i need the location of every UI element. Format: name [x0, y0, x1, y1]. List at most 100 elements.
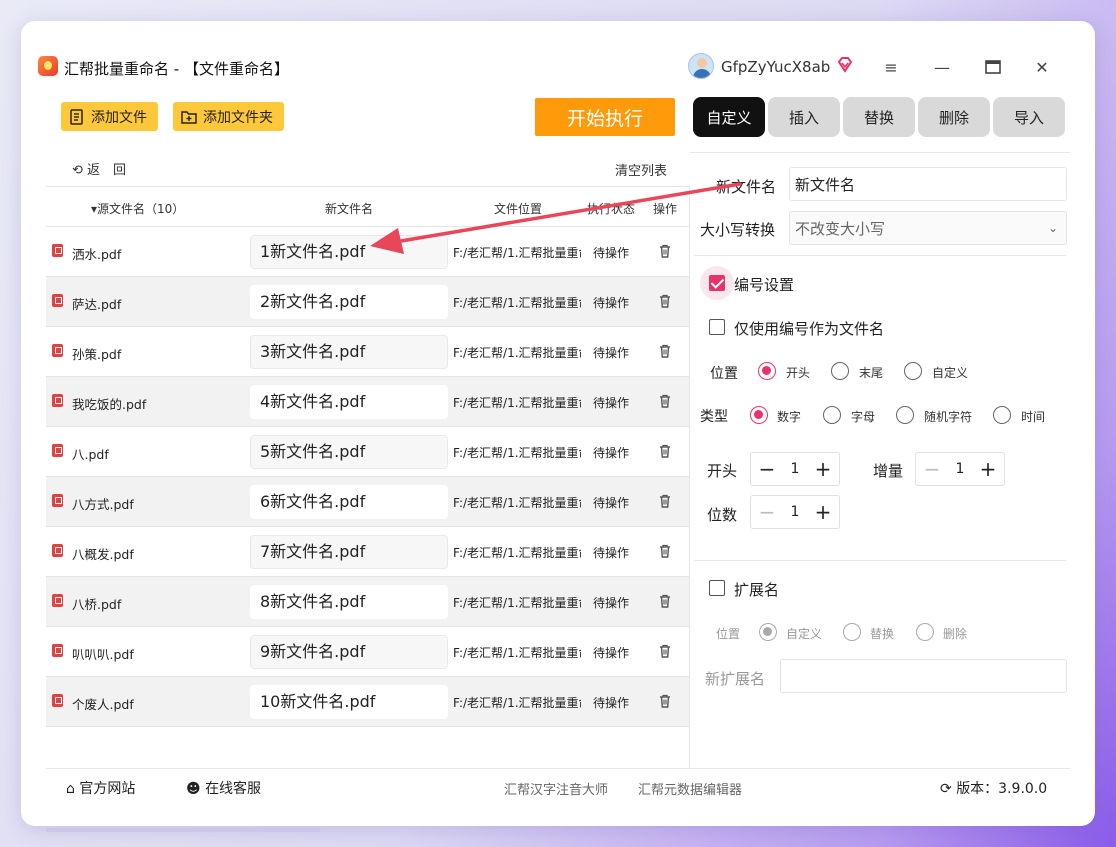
tab-import[interactable]: 导入 [993, 97, 1065, 137]
ext-position-label: 位置 [716, 627, 741, 641]
header-action: 操作 [653, 202, 678, 216]
close-icon[interactable]: ✕ [1027, 52, 1057, 82]
divider [694, 560, 1066, 561]
file-location: F:/老汇帮/1.汇帮批量重命名 [453, 696, 581, 710]
start-button[interactable]: 开始执行 [535, 98, 675, 136]
new-filename-field[interactable]: 3新文件名.pdf [250, 335, 448, 369]
ext-radio-replace[interactable] [843, 623, 861, 641]
trash-icon[interactable] [657, 693, 673, 709]
ext-replace-label: 替换 [870, 627, 895, 641]
pdf-file-icon [52, 394, 63, 407]
username[interactable]: GfpZyYucX8ab [721, 58, 830, 76]
source-filename: 叭叭叭.pdf [72, 647, 134, 662]
trash-icon[interactable] [657, 643, 673, 659]
table-row[interactable]: 孙策.pdf 3新文件名.pdf F:/老汇帮/1.汇帮批量重命名待操作 [46, 327, 689, 377]
type-radio-number[interactable] [750, 406, 768, 424]
position-radio-end[interactable] [831, 362, 849, 380]
table-row[interactable]: 洒水.pdf 1新文件名.pdf F:/老汇帮/1.汇帮批量重命名待操作 [46, 227, 689, 277]
table-row[interactable]: 萨达.pdf 2新文件名.pdf F:/老汇帮/1.汇帮批量重命名待操作 [46, 277, 689, 327]
start-increment-button[interactable]: + [810, 456, 836, 482]
source-filename: 洒水.pdf [72, 247, 122, 262]
ext-custom-label: 自定义 [786, 627, 823, 641]
digits-stepper: − 1 + [750, 495, 840, 529]
table-row[interactable]: 八桥.pdf 8新文件名.pdf F:/老汇帮/1.汇帮批量重命名待操作 [46, 577, 689, 627]
pdf-file-icon [52, 294, 63, 307]
tab-delete[interactable]: 删除 [918, 97, 990, 137]
support-link[interactable]: ☻ 在线客服 [186, 778, 261, 798]
trash-icon[interactable] [657, 343, 673, 359]
new-filename-field[interactable]: 4新文件名.pdf [250, 385, 448, 419]
back-label: 返 回 [87, 163, 127, 178]
table-row[interactable]: 八概发.pdf 7新文件名.pdf F:/老汇帮/1.汇帮批量重命名待操作 [46, 527, 689, 577]
new-filename-field[interactable]: 9新文件名.pdf [250, 635, 448, 669]
pinyin-tool-link[interactable]: 汇帮汉字注音大师 [504, 779, 608, 798]
add-file-icon [70, 108, 83, 125]
position-radio-start[interactable] [758, 362, 776, 380]
trash-icon[interactable] [657, 593, 673, 609]
trash-icon[interactable] [657, 443, 673, 459]
table-row[interactable]: 八方式.pdf 6新文件名.pdf F:/老汇帮/1.汇帮批量重命名待操作 [46, 477, 689, 527]
only-number-checkbox[interactable] [709, 319, 725, 335]
clear-list-button[interactable]: 清空列表 [615, 160, 667, 179]
new-filename-field[interactable]: 8新文件名.pdf [250, 585, 448, 619]
trash-icon[interactable] [657, 243, 673, 259]
type-random-label: 随机字符 [924, 410, 973, 424]
type-radio-random[interactable] [896, 406, 914, 424]
version-info[interactable]: ⟳ 版本：3.9.0.0 [940, 778, 1047, 798]
back-button[interactable]: ⟲ 返 回 [72, 159, 126, 178]
increment-increment-button[interactable]: + [975, 456, 1001, 482]
trash-icon[interactable] [657, 293, 673, 309]
status-text: 待操作 [593, 446, 630, 460]
header-source-name[interactable]: ▾源文件名（10） [91, 200, 184, 217]
vip-diamond-icon[interactable] [836, 56, 854, 74]
pdf-file-icon [52, 494, 63, 507]
new-filename-field[interactable]: 1新文件名.pdf [250, 235, 448, 269]
file-location: F:/老汇帮/1.汇帮批量重命名 [453, 496, 581, 510]
extension-checkbox[interactable] [709, 580, 725, 596]
source-filename: 八桥.pdf [72, 597, 122, 612]
table-row[interactable]: 八.pdf 5新文件名.pdf F:/老汇帮/1.汇帮批量重命名待操作 [46, 427, 689, 477]
case-select[interactable]: 不改变大小写 ⌄ [789, 211, 1067, 245]
source-filename: 八概发.pdf [72, 547, 134, 562]
numbering-checkbox[interactable] [709, 275, 725, 291]
trash-icon[interactable] [657, 393, 673, 409]
menu-icon[interactable]: ≡ [876, 52, 906, 82]
user-avatar[interactable] [688, 53, 714, 79]
add-file-button[interactable]: 添加文件 [61, 102, 158, 131]
digits-increment-button[interactable]: + [810, 499, 836, 525]
back-arrow-icon: ⟲ [72, 163, 83, 178]
new-filename-field[interactable]: 5新文件名.pdf [250, 435, 448, 469]
position-radio-custom[interactable] [904, 362, 922, 380]
file-location: F:/老汇帮/1.汇帮批量重命名 [453, 346, 581, 360]
metadata-tool-link[interactable]: 汇帮元数据编辑器 [638, 779, 742, 798]
file-location: F:/老汇帮/1.汇帮批量重命名 [453, 296, 581, 310]
new-name-label: 新文件名 [716, 178, 777, 196]
table-row[interactable]: 我吃饭的.pdf 4新文件名.pdf F:/老汇帮/1.汇帮批量重命名待操作 [46, 377, 689, 427]
tab-replace[interactable]: 替换 [843, 97, 915, 137]
tab-insert[interactable]: 插入 [768, 97, 840, 137]
ext-radio-delete[interactable] [916, 623, 934, 641]
trash-icon[interactable] [657, 543, 673, 559]
table-row[interactable]: 叭叭叭.pdf 9新文件名.pdf F:/老汇帮/1.汇帮批量重命名待操作 [46, 627, 689, 677]
status-text: 待操作 [593, 496, 630, 510]
minimize-icon[interactable]: — [927, 52, 957, 82]
new-filename-field[interactable]: 6新文件名.pdf [250, 485, 448, 519]
ext-radio-custom[interactable] [759, 623, 777, 641]
table-row[interactable]: 个废人.pdf 10新文件名.pdf F:/老汇帮/1.汇帮批量重命名待操作 [46, 677, 689, 727]
website-link[interactable]: ⌂ 官方网站 [66, 778, 135, 798]
footer: ⌂ 官方网站 ☻ 在线客服 汇帮汉字注音大师 汇帮元数据编辑器 ⟳ 版本：3.9… [46, 768, 1070, 804]
type-radio-time[interactable] [993, 406, 1011, 424]
trash-icon[interactable] [657, 493, 673, 509]
start-number-stepper: − 1 + [750, 452, 840, 486]
file-list: ▾源文件名（10） 新文件名 文件位置 执行状态 操作 洒水.pdf 1新文件名.… [46, 186, 690, 768]
add-folder-button[interactable]: 添加文件夹 [173, 102, 284, 131]
tab-custom[interactable]: 自定义 [693, 97, 765, 137]
home-icon: ⌂ [66, 781, 75, 797]
type-radio-letter[interactable] [823, 406, 841, 424]
new-filename-field[interactable]: 10新文件名.pdf [250, 685, 448, 719]
new-extension-input[interactable] [780, 659, 1067, 693]
maximize-icon[interactable] [978, 52, 1008, 82]
new-filename-field[interactable]: 2新文件名.pdf [250, 285, 448, 319]
new-filename-field[interactable]: 7新文件名.pdf [250, 535, 448, 569]
new-name-input[interactable]: 新文件名 [789, 167, 1067, 201]
